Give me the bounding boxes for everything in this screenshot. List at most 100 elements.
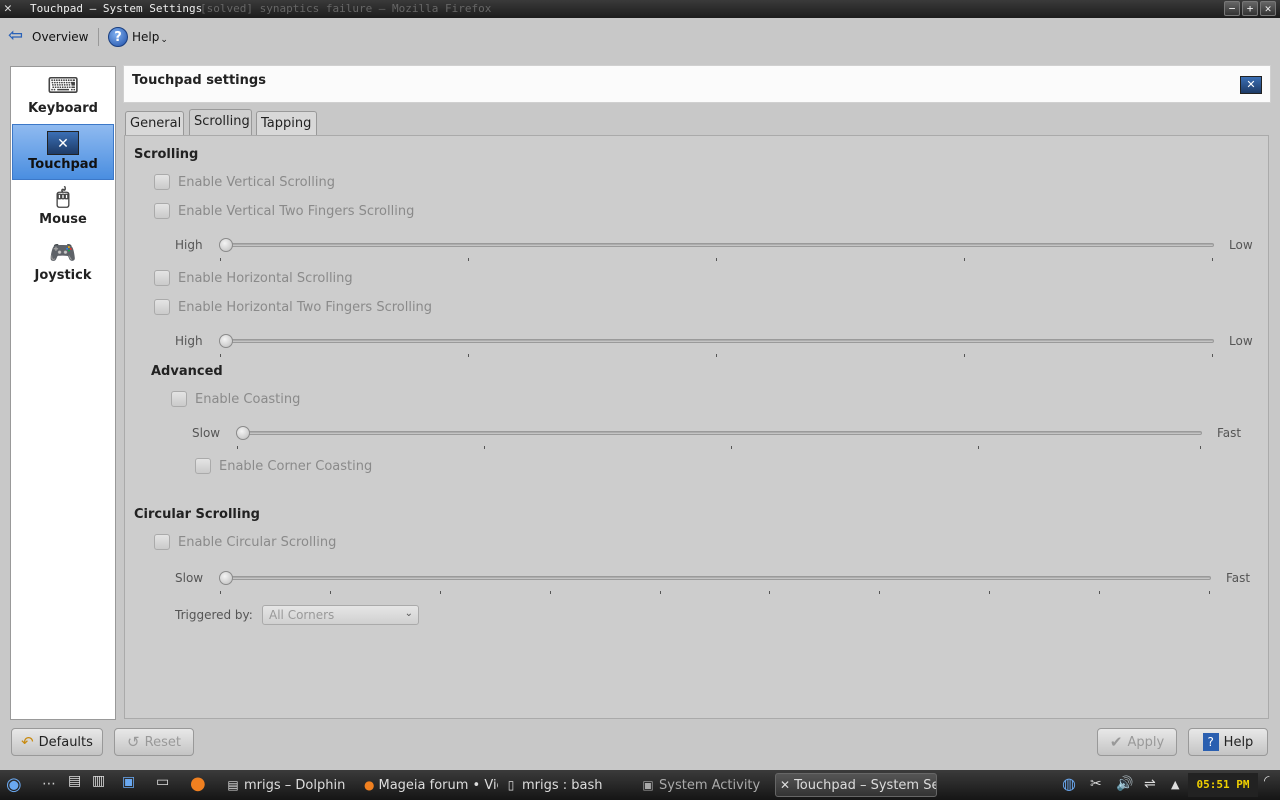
task-touchpad-settings[interactable]: ✕ Touchpad – System Se	[775, 773, 937, 797]
help-button[interactable]: ? Help	[1188, 728, 1268, 756]
firefox-icon[interactable]: ●	[190, 773, 206, 794]
window-titlebar: ✕ Touchpad – System Settings [solved] sy…	[0, 0, 1280, 18]
slider-handle[interactable]	[236, 426, 250, 440]
sidebar: ⌨ Keyboard ✕ Touchpad 🖱 Mouse 🎮 Joystick	[10, 66, 116, 720]
horizontal-two-fingers-option[interactable]: Enable Horizontal Two Fingers Scrolling	[154, 299, 432, 315]
expand-tray-icon[interactable]: ▲	[1171, 778, 1179, 791]
vertical-scrolling-option[interactable]: Enable Vertical Scrolling	[154, 174, 335, 190]
close-button[interactable]: ✕	[1260, 1, 1276, 16]
usb-device-icon[interactable]: ⇌	[1144, 776, 1156, 792]
coasting-option[interactable]: Enable Coasting	[171, 391, 300, 407]
joystick-icon: 🎮	[49, 241, 77, 266]
coasting-slider-max-label: Fast	[1217, 426, 1242, 440]
task-label: mrigs – Dolphin	[244, 777, 346, 793]
task-firefox[interactable]: ● Mageia forum • Vie	[360, 773, 498, 797]
slider-ticks	[220, 354, 1214, 358]
help-icon: ?	[1202, 733, 1219, 751]
slider-ticks	[220, 258, 1214, 262]
horizontal-scrolling-checkbox[interactable]	[154, 270, 170, 286]
help-label: Help	[132, 30, 160, 44]
slider-handle[interactable]	[219, 334, 233, 348]
coasting-slider-min-label: Slow	[192, 426, 221, 440]
vertical-two-fingers-option[interactable]: Enable Vertical Two Fingers Scrolling	[154, 203, 414, 219]
triggered-by-value: All Corners	[269, 608, 335, 622]
sidebar-item-label: Mouse	[39, 212, 87, 227]
coasting-label: Enable Coasting	[195, 391, 301, 407]
vertical-scrolling-checkbox[interactable]	[154, 174, 170, 190]
corner-coasting-checkbox[interactable]	[195, 458, 211, 474]
defaults-icon: ↶	[21, 733, 34, 751]
horizontal-two-fingers-checkbox[interactable]	[154, 299, 170, 315]
apply-label: Apply	[1127, 734, 1165, 750]
page-title: Touchpad settings	[132, 73, 266, 88]
horizontal-two-fingers-label: Enable Horizontal Two Fingers Scrolling	[178, 299, 433, 315]
defaults-button[interactable]: ↶ Defaults	[11, 728, 103, 756]
task-label: System Activity	[659, 777, 761, 793]
horizontal-slider-max-label: Low	[1229, 334, 1253, 348]
mouse-icon: 🖱	[56, 185, 70, 210]
horizontal-scroll-speed-slider[interactable]	[219, 334, 1214, 348]
circular-scrolling-label: Enable Circular Scrolling	[178, 534, 337, 550]
vertical-two-fingers-checkbox[interactable]	[154, 203, 170, 219]
clipboard-scissors-icon[interactable]: ✂	[1090, 776, 1102, 792]
defaults-label: Defaults	[38, 734, 93, 750]
vertical-slider-max-label: Low	[1229, 238, 1253, 252]
task-dolphin[interactable]: ▤ mrigs – Dolphin	[222, 773, 356, 797]
app-launcher-icon[interactable]: ◉	[6, 774, 22, 795]
toolbar: ⇦ Overview ? Help ⌄	[0, 18, 1280, 56]
circular-scrolling-checkbox[interactable]	[154, 534, 170, 550]
horizontal-scrolling-option[interactable]: Enable Horizontal Scrolling	[154, 270, 353, 286]
chevron-down-icon: ⌄	[404, 608, 413, 619]
tab-scrolling[interactable]: Scrolling	[189, 109, 252, 136]
tab-general[interactable]: General	[125, 111, 184, 135]
coasting-checkbox[interactable]	[171, 391, 187, 407]
coasting-speed-slider[interactable]	[236, 426, 1202, 440]
circular-scroll-speed-slider[interactable]	[219, 571, 1211, 585]
circular-scrolling-option[interactable]: Enable Circular Scrolling	[154, 534, 336, 550]
clock[interactable]: 05:51 PM	[1188, 773, 1258, 797]
system-settings-icon: ✕	[4, 1, 12, 16]
window-title: Touchpad – System Settings	[30, 2, 203, 15]
volume-icon[interactable]: 🔊	[1116, 776, 1133, 792]
vertical-scroll-speed-slider[interactable]	[219, 238, 1214, 252]
task-label: mrigs : bash	[522, 777, 603, 793]
circular-slider-min-label: Slow	[175, 571, 204, 585]
apply-button[interactable]: ✔ Apply	[1097, 728, 1177, 756]
minimize-button[interactable]: −	[1224, 1, 1240, 16]
panel-toolbox-icon[interactable]: ◜	[1264, 773, 1269, 789]
triggered-by-label: Triggered by:	[175, 608, 253, 622]
overview-button[interactable]: ⇦ Overview	[8, 26, 89, 48]
firefox-icon: ●	[364, 778, 375, 792]
pager-desktop-2-icon[interactable]: ▥	[92, 773, 105, 789]
help-menu-button[interactable]: ? Help ⌄	[108, 26, 168, 48]
triggered-by-select[interactable]: All Corners ⌄	[262, 605, 419, 625]
show-desktop-icon[interactable]: ▣	[122, 774, 135, 790]
tab-tapping[interactable]: Tapping	[256, 111, 317, 135]
maximize-button[interactable]: +	[1242, 1, 1258, 16]
more-icon[interactable]: ⋯	[42, 776, 56, 792]
system-settings-icon: ✕	[780, 778, 791, 792]
slider-handle[interactable]	[219, 238, 233, 252]
task-system-activity[interactable]: ▣ System Activity	[637, 773, 771, 797]
ghost-window-title: [solved] synaptics failure – Mozilla Fir…	[200, 2, 492, 15]
sidebar-item-mouse[interactable]: 🖱 Mouse	[12, 180, 114, 236]
sidebar-item-touchpad[interactable]: ✕ Touchpad	[12, 124, 114, 180]
network-globe-icon[interactable]: ◍	[1062, 774, 1076, 793]
overview-label: Overview	[32, 30, 89, 44]
corner-coasting-label: Enable Corner Coasting	[219, 458, 373, 474]
task-label: Mageia forum • Vie	[378, 777, 498, 793]
task-label: Touchpad – System Se	[794, 777, 937, 793]
desktop-pager-icon[interactable]: ▤	[68, 773, 81, 789]
slider-handle[interactable]	[219, 571, 233, 585]
circular-section-title: Circular Scrolling	[134, 507, 260, 522]
horizontal-scrolling-label: Enable Horizontal Scrolling	[178, 270, 353, 286]
sidebar-item-keyboard[interactable]: ⌨ Keyboard	[12, 69, 114, 125]
file-manager-icon[interactable]: ▭	[156, 774, 169, 790]
advanced-section-title: Advanced	[151, 364, 223, 379]
taskbar: ◉ ⋯ ▤ ▥ ▣ ▭ ● ▤ mrigs – Dolphin ● Mageia…	[0, 770, 1280, 800]
task-konsole[interactable]: ▯ mrigs : bash	[500, 773, 634, 797]
reset-icon: ↺	[127, 733, 140, 751]
corner-coasting-option[interactable]: Enable Corner Coasting	[195, 458, 372, 474]
reset-button[interactable]: ↺ Reset	[114, 728, 194, 756]
sidebar-item-joystick[interactable]: 🎮 Joystick	[12, 236, 114, 292]
